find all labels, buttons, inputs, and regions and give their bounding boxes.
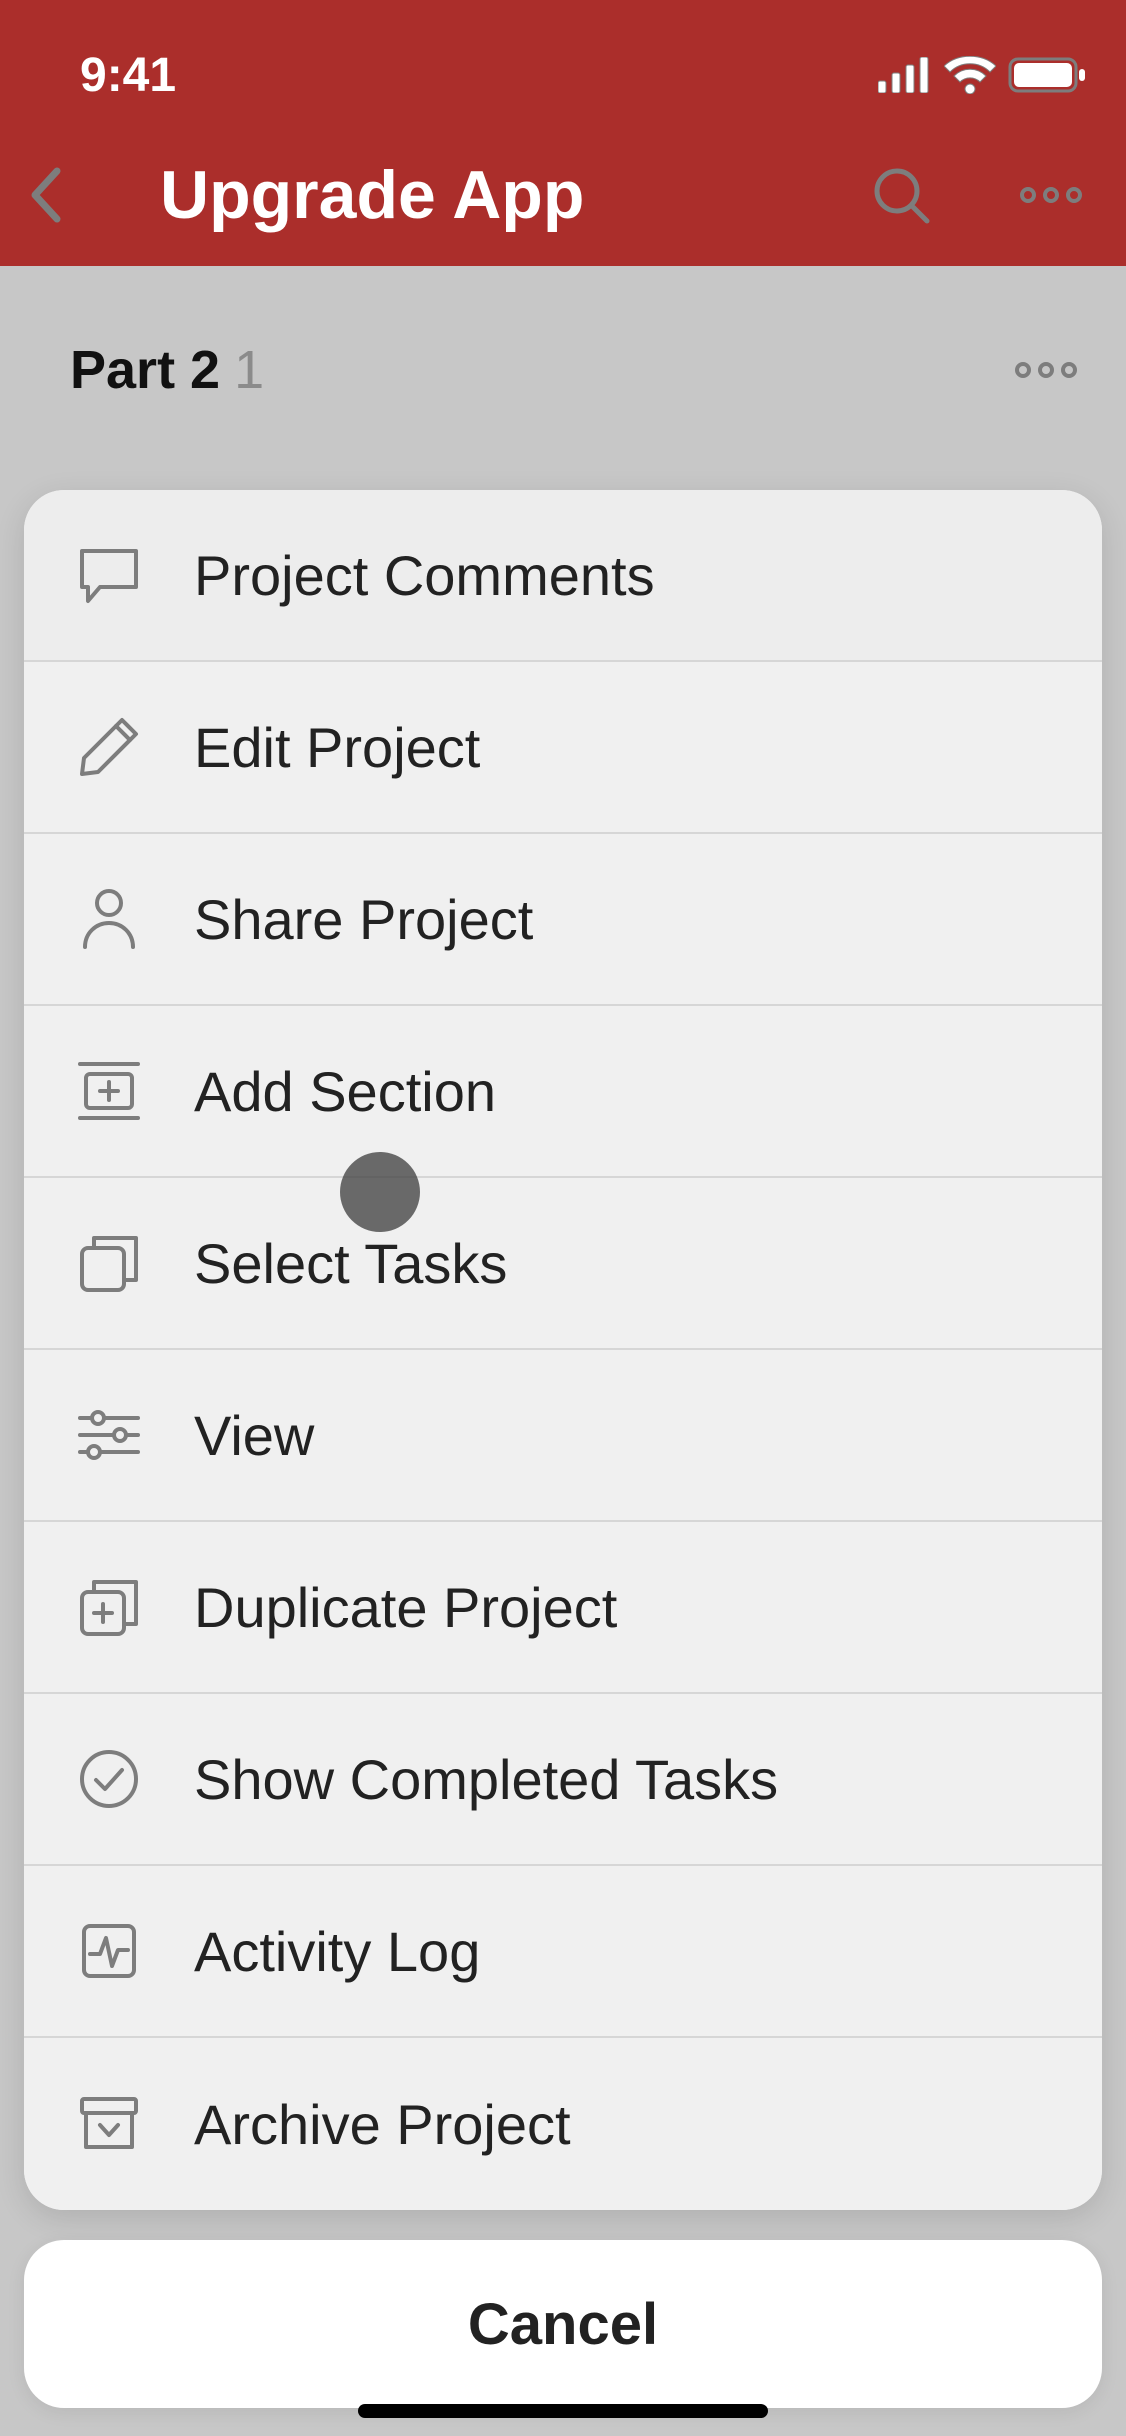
menu-item-share-project[interactable]: Share Project <box>24 834 1102 1006</box>
menu-item-label: Select Tasks <box>194 1231 507 1296</box>
menu-item-label: Show Completed Tasks <box>194 1747 778 1812</box>
menu-item-label: Edit Project <box>194 715 480 780</box>
menu-item-label: Add Section <box>194 1059 496 1124</box>
activity-icon <box>64 1906 154 1996</box>
add-section-icon <box>64 1046 154 1136</box>
menu-item-show-completed[interactable]: Show Completed Tasks <box>24 1694 1102 1866</box>
search-icon <box>871 165 931 225</box>
battery-icon <box>1008 57 1086 93</box>
cancel-button[interactable]: Cancel <box>24 2240 1102 2408</box>
nav-title: Upgrade App <box>160 156 584 234</box>
nav-bar: Upgrade App <box>0 130 1126 260</box>
menu-item-duplicate-project[interactable]: Duplicate Project <box>24 1522 1102 1694</box>
section-title: Part 2 <box>70 339 220 401</box>
status-icons <box>878 56 1086 94</box>
menu-item-archive-project[interactable]: Archive Project <box>24 2038 1102 2210</box>
menu-item-label: Duplicate Project <box>194 1575 617 1640</box>
comment-icon <box>64 530 154 620</box>
more-horizontal-icon <box>1016 185 1086 205</box>
back-button[interactable] <box>0 165 90 225</box>
menu-item-edit-project[interactable]: Edit Project <box>24 662 1102 834</box>
person-icon <box>64 874 154 964</box>
menu-item-label: Project Comments <box>194 543 655 608</box>
duplicate-icon <box>64 1562 154 1652</box>
stack-icon <box>64 1218 154 1308</box>
menu-item-label: View <box>194 1403 314 1468</box>
menu-item-view[interactable]: View <box>24 1350 1102 1522</box>
more-button[interactable] <box>1006 185 1096 205</box>
menu-item-label: Activity Log <box>194 1919 480 1984</box>
wifi-icon <box>944 56 996 94</box>
pencil-icon <box>64 702 154 792</box>
menu-item-add-section[interactable]: Add Section <box>24 1006 1102 1178</box>
section-more-button[interactable] <box>1006 360 1086 380</box>
section-count: 1 <box>234 339 264 401</box>
chevron-left-icon <box>27 165 63 225</box>
menu-item-label: Archive Project <box>194 2092 571 2157</box>
archive-icon <box>64 2079 154 2169</box>
cellular-icon <box>878 57 932 93</box>
more-horizontal-icon <box>1011 360 1081 380</box>
action-sheet-menu: Project Comments Edit Project <box>24 490 1102 2210</box>
sliders-icon <box>64 1390 154 1480</box>
home-indicator <box>358 2404 768 2418</box>
menu-item-select-tasks[interactable]: Select Tasks <box>24 1178 1102 1350</box>
status-time: 9:41 <box>80 48 176 103</box>
menu-item-activity-log[interactable]: Activity Log <box>24 1866 1102 2038</box>
section-header: Part 2 1 <box>70 330 1086 410</box>
search-button[interactable] <box>856 165 946 225</box>
status-bar: 9:41 <box>0 40 1126 110</box>
menu-item-project-comments[interactable]: Project Comments <box>24 490 1102 662</box>
check-circle-icon <box>64 1734 154 1824</box>
cancel-label: Cancel <box>468 2291 658 2358</box>
menu-item-label: Share Project <box>194 887 533 952</box>
top-bar: 9:41 <box>0 0 1126 266</box>
action-sheet: Project Comments Edit Project <box>24 490 1102 2408</box>
